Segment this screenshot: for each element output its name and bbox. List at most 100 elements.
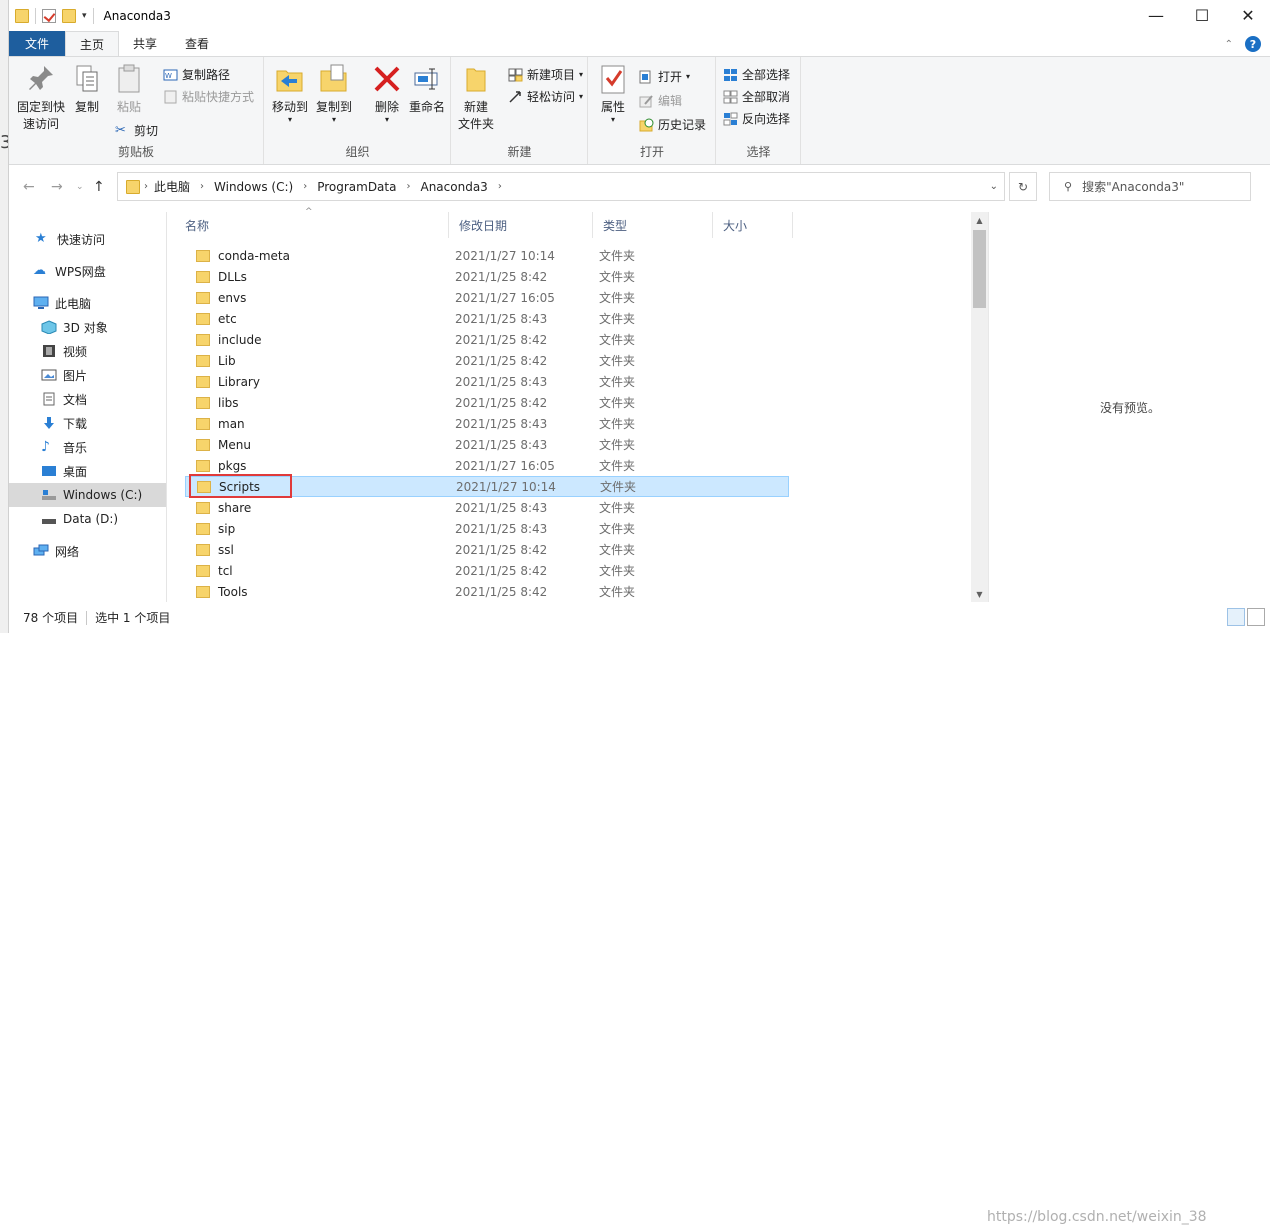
paste-shortcut-button[interactable]: 粘贴快捷方式: [163, 88, 254, 105]
table-row[interactable]: Library 2021/1/25 8:43 文件夹: [185, 371, 789, 392]
tab-file[interactable]: 文件: [9, 31, 65, 56]
nav-item-wps-cloud[interactable]: ☁ WPS网盘: [9, 259, 166, 283]
maximize-button[interactable]: ☐: [1179, 0, 1225, 31]
details-view-button[interactable]: [1227, 608, 1245, 626]
nav-item-documents[interactable]: 文档: [9, 387, 166, 411]
vertical-scrollbar[interactable]: ▲ ▼: [971, 212, 988, 602]
new-item-button[interactable]: 新建项目 ▾: [508, 66, 583, 83]
easy-access-button[interactable]: 轻松访问 ▾: [508, 88, 583, 105]
nav-item-windows-c[interactable]: Windows (C:): [9, 483, 166, 507]
address-bar[interactable]: › 此电脑 › Windows (C:) › ProgramData › Ana…: [117, 172, 1005, 201]
drive-c-icon: [41, 488, 57, 502]
invert-selection-button[interactable]: 反向选择: [723, 110, 790, 127]
column-header-name[interactable]: 名称: [175, 212, 449, 238]
drive-d-icon: [41, 512, 57, 526]
help-icon[interactable]: ?: [1245, 36, 1261, 52]
nav-item-network[interactable]: 网络: [9, 539, 166, 563]
copy-button[interactable]: 复制: [69, 63, 105, 116]
table-row[interactable]: ssl 2021/1/25 8:42 文件夹: [185, 539, 789, 560]
address-dropdown-icon[interactable]: ⌄: [990, 181, 998, 192]
chevron-down-icon: ▾: [579, 92, 584, 101]
table-row[interactable]: man 2021/1/25 8:43 文件夹: [185, 413, 789, 434]
copy-to-button[interactable]: 复制到 ▾: [313, 63, 355, 124]
nav-item-videos[interactable]: 视频: [9, 339, 166, 363]
scroll-up-icon[interactable]: ▲: [971, 212, 988, 228]
table-row[interactable]: Lib 2021/1/25 8:42 文件夹: [185, 350, 789, 371]
organize-group-label: 组织: [345, 145, 370, 159]
large-icons-view-button[interactable]: [1247, 608, 1265, 626]
open-group: 属性 ▾ 打开 ▾ 编辑 历史记录 打开: [589, 57, 716, 164]
edit-button[interactable]: 编辑: [639, 92, 682, 109]
properties-button[interactable]: 属性 ▾: [593, 63, 633, 124]
rename-button[interactable]: 重命名: [407, 63, 447, 116]
open-button[interactable]: 打开 ▾: [639, 68, 690, 85]
nav-item-data-d[interactable]: Data (D:): [9, 507, 166, 531]
tab-share[interactable]: 共享: [119, 31, 171, 56]
nav-item-pictures[interactable]: 图片: [9, 363, 166, 387]
table-row[interactable]: pkgs 2021/1/27 16:05 文件夹: [185, 455, 789, 476]
refresh-button[interactable]: ↻: [1009, 172, 1037, 201]
nav-item-this-pc[interactable]: 此电脑: [9, 291, 166, 315]
copy-path-button[interactable]: W 复制路径: [163, 66, 230, 83]
properties-icon[interactable]: [42, 8, 56, 23]
table-row[interactable]: include 2021/1/25 8:42 文件夹: [185, 329, 789, 350]
chevron-up-icon[interactable]: ⌃: [1225, 39, 1233, 50]
nav-item-music[interactable]: ♪ 音乐: [9, 435, 166, 459]
table-row[interactable]: libs 2021/1/25 8:42 文件夹: [185, 392, 789, 413]
folder-icon: [196, 543, 210, 556]
pin-quick-access-button[interactable]: 固定到快 速访问: [13, 63, 69, 133]
breadcrumb-item[interactable]: Windows (C:): [214, 180, 293, 194]
paste-button[interactable]: 粘贴: [111, 63, 147, 116]
table-row[interactable]: envs 2021/1/27 16:05 文件夹: [185, 287, 789, 308]
table-row[interactable]: Tools 2021/1/25 8:42 文件夹: [185, 581, 789, 602]
select-all-button[interactable]: 全部选择: [723, 66, 790, 83]
new-folder-icon[interactable]: [62, 8, 76, 23]
explorer-window: ▾ Anaconda3 — ☐ ✕ 文件 主页 共享 查看 ⌃ ? 固定到快 速…: [8, 0, 1270, 1225]
table-row[interactable]: share 2021/1/25 8:43 文件夹: [185, 497, 789, 518]
breadcrumb-item[interactable]: ProgramData: [317, 180, 396, 194]
status-bar: 78 个项目 选中 1 个项目 https://blog.csdn.net/we…: [9, 602, 1270, 1225]
nav-item-3d-objects[interactable]: 3D 对象: [9, 315, 166, 339]
close-button[interactable]: ✕: [1225, 0, 1270, 31]
file-list: ^ 名称 修改日期 类型 大小 conda-meta 2021/1/27 10:1…: [175, 207, 971, 602]
column-header-date[interactable]: 修改日期: [449, 212, 593, 238]
column-header-size[interactable]: 大小: [713, 212, 793, 238]
cut-button[interactable]: ✂ 剪切: [115, 122, 158, 139]
scroll-thumb[interactable]: [973, 230, 986, 308]
chevron-right-icon[interactable]: ›: [303, 181, 307, 192]
table-row[interactable]: Menu 2021/1/25 8:43 文件夹: [185, 434, 789, 455]
scroll-down-icon[interactable]: ▼: [971, 586, 988, 602]
delete-button[interactable]: 删除 ▾: [369, 63, 405, 124]
tab-home[interactable]: 主页: [65, 31, 120, 56]
nav-item-desktop[interactable]: 桌面: [9, 459, 166, 483]
open-group-label: 打开: [639, 145, 664, 159]
search-box[interactable]: ⚲ 搜索"Anaconda3": [1049, 172, 1251, 201]
chevron-right-icon[interactable]: ›: [498, 181, 502, 192]
select-none-button[interactable]: 全部取消: [723, 88, 790, 105]
new-folder-button[interactable]: 新建 文件夹: [456, 63, 496, 133]
table-row[interactable]: etc 2021/1/25 8:43 文件夹: [185, 308, 789, 329]
table-row[interactable]: tcl 2021/1/25 8:42 文件夹: [185, 560, 789, 581]
column-header-type[interactable]: 类型: [593, 212, 713, 238]
nav-item-quick-access[interactable]: ★ 快速访问: [9, 227, 166, 251]
file-type: 文件夹: [599, 396, 636, 410]
back-arrow-icon[interactable]: ←: [23, 179, 35, 195]
tab-view[interactable]: 查看: [171, 31, 223, 56]
breadcrumb-item[interactable]: 此电脑: [154, 178, 190, 195]
chevron-right-icon[interactable]: ›: [200, 181, 204, 192]
table-row[interactable]: sip 2021/1/25 8:43 文件夹: [185, 518, 789, 539]
chevron-right-icon[interactable]: ›: [406, 181, 410, 192]
recent-chevron-icon[interactable]: ⌄: [76, 182, 84, 192]
table-row[interactable]: DLLs 2021/1/25 8:42 文件夹: [185, 266, 789, 287]
table-row[interactable]: conda-meta 2021/1/27 10:14 文件夹: [185, 245, 789, 266]
minimize-button[interactable]: —: [1133, 0, 1179, 31]
nav-item-downloads[interactable]: 下载: [9, 411, 166, 435]
selected-count: 选中 1 个项目: [95, 611, 171, 625]
customize-toolbar-icon[interactable]: ▾: [82, 11, 87, 21]
move-to-button[interactable]: 移动到 ▾: [269, 63, 311, 124]
breadcrumb-item[interactable]: Anaconda3: [420, 180, 487, 194]
forward-arrow-icon[interactable]: →: [51, 179, 63, 195]
search-placeholder: 搜索"Anaconda3": [1082, 180, 1185, 194]
up-arrow-icon[interactable]: ↑: [93, 179, 105, 195]
history-button[interactable]: 历史记录: [639, 116, 706, 133]
